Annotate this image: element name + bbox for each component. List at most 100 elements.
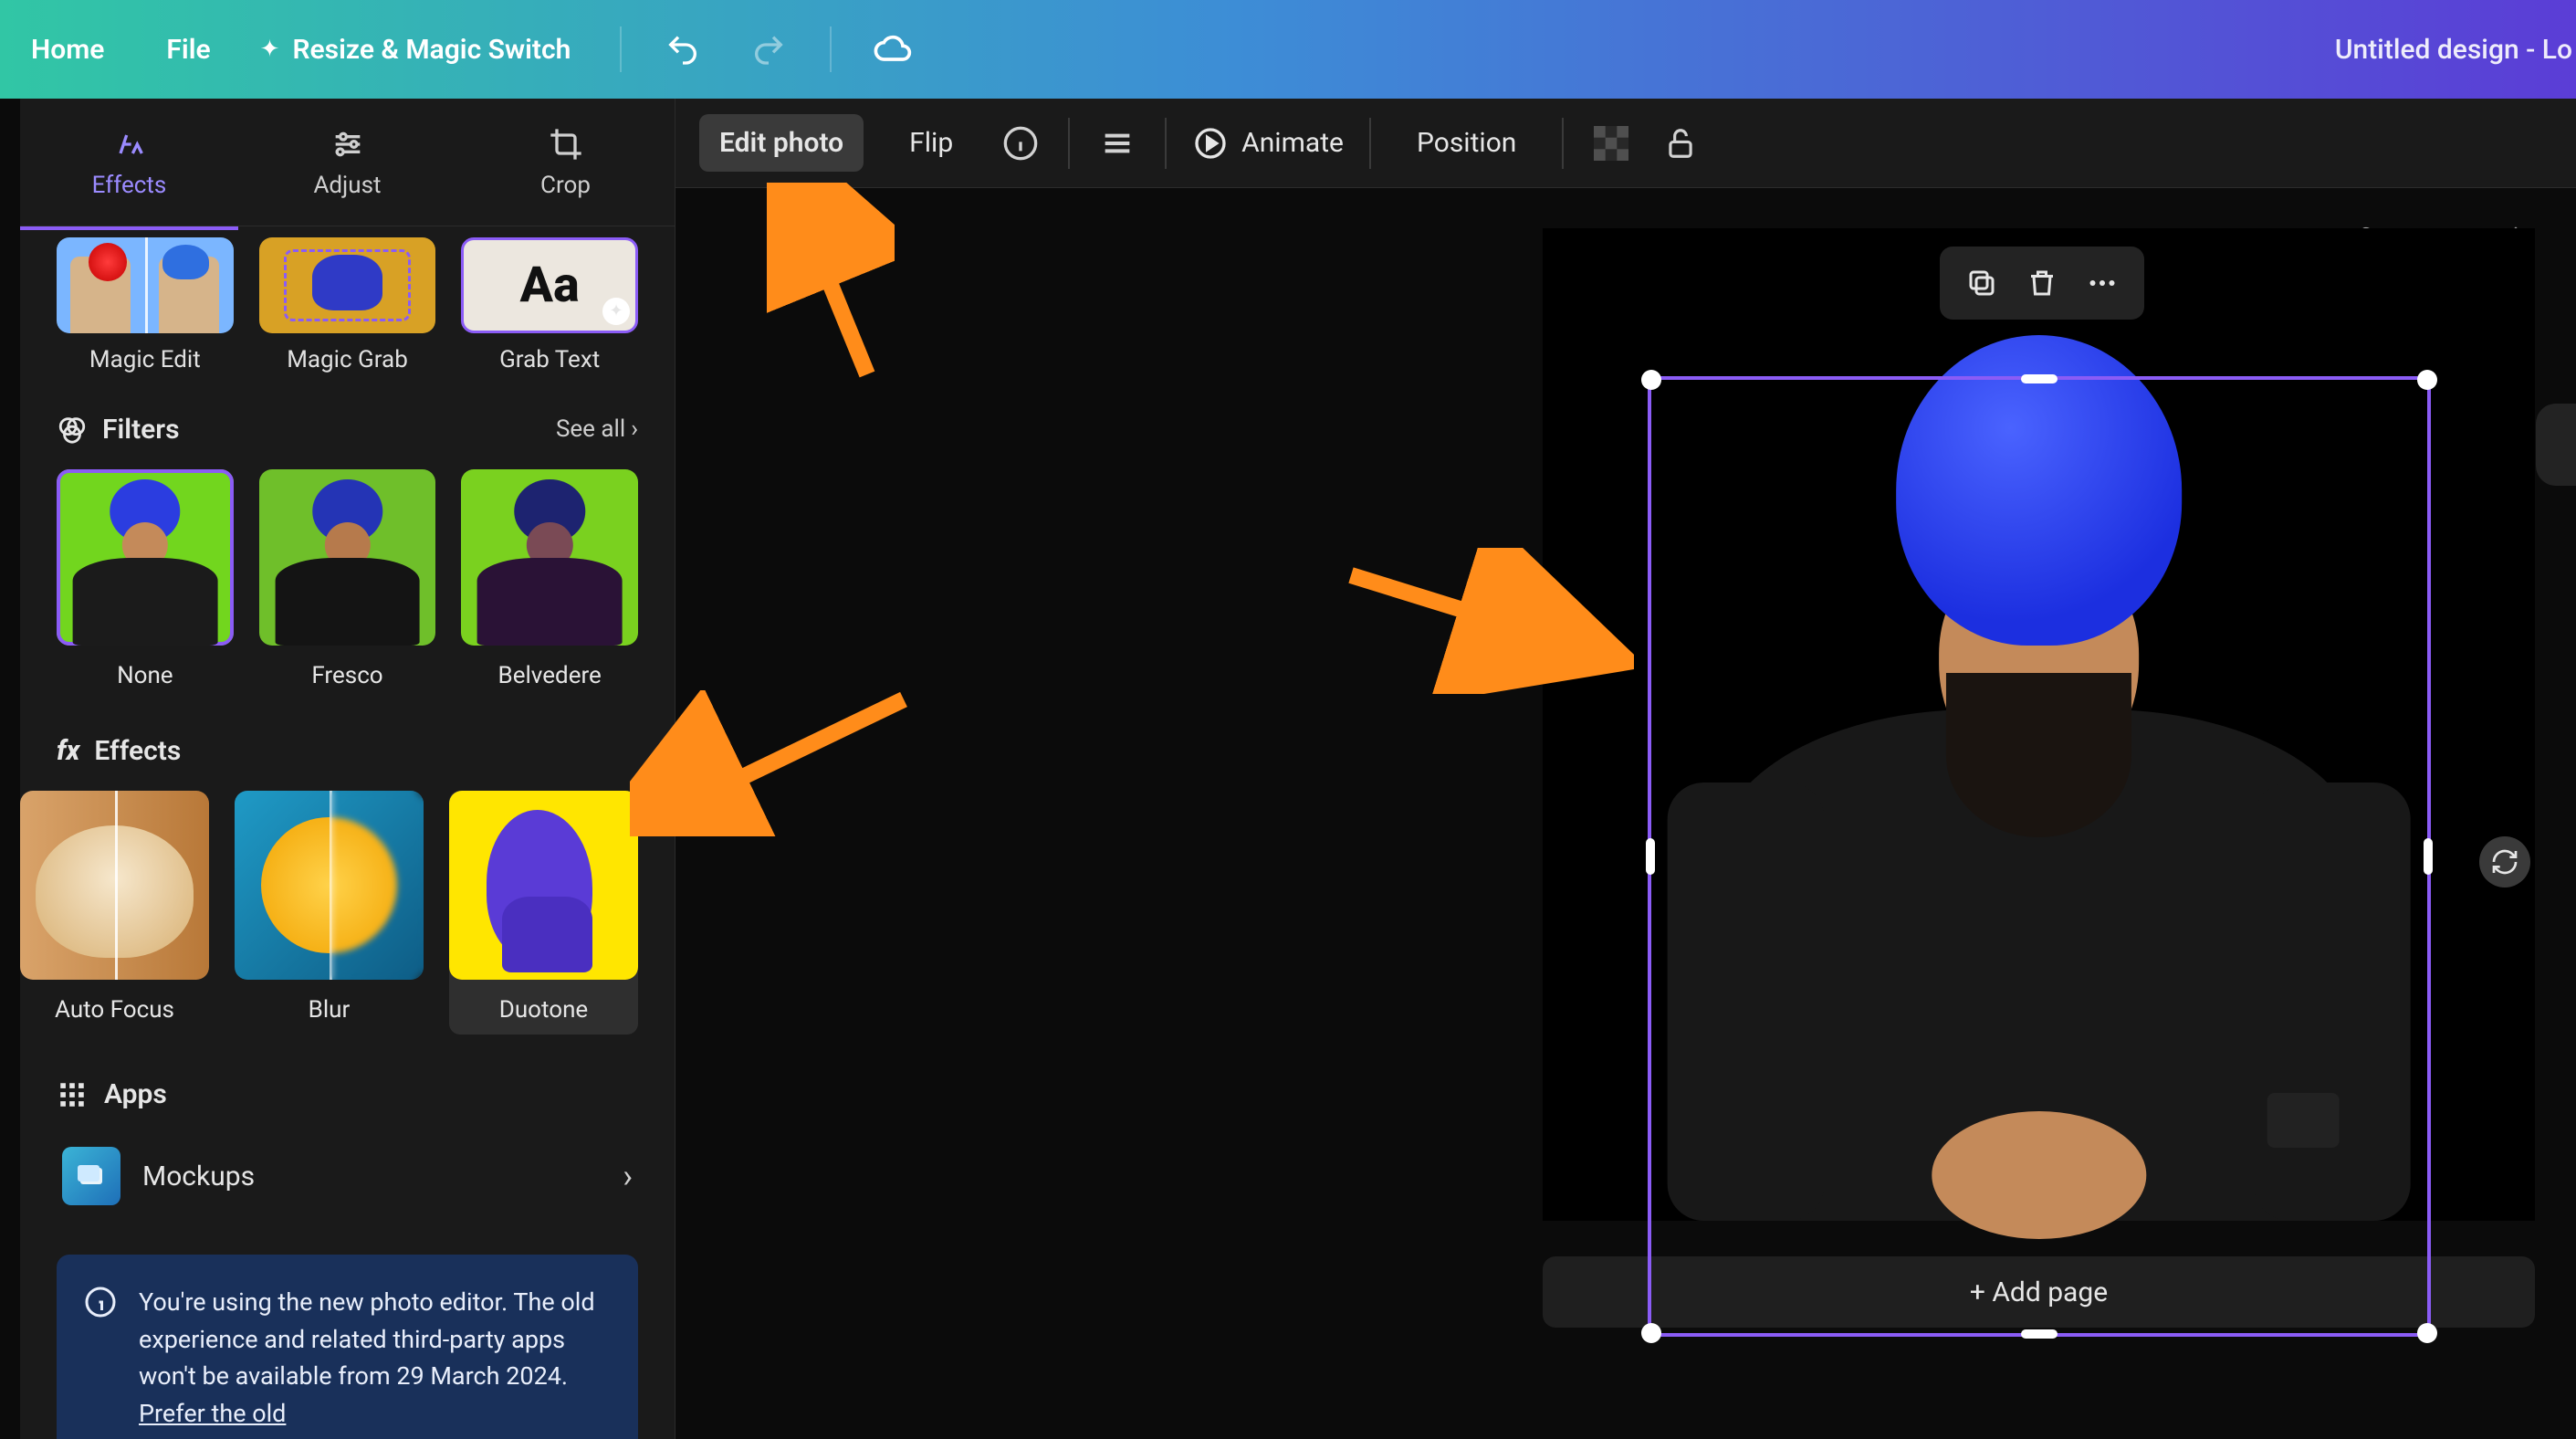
resize-handle-nw[interactable] xyxy=(1641,370,1661,390)
divider xyxy=(1562,118,1564,169)
effect-duotone[interactable]: Duotone xyxy=(449,791,638,1035)
chevron-right-icon: › xyxy=(631,415,638,443)
tab-effects[interactable]: Effects xyxy=(20,99,238,226)
delete-button[interactable] xyxy=(2022,263,2062,303)
divider xyxy=(620,26,622,72)
canvas-area[interactable]: + Add page xyxy=(675,188,2576,1439)
list-button[interactable] xyxy=(1095,121,1139,165)
filters-heading-label: Filters xyxy=(102,414,180,446)
grab-text-label: Grab Text xyxy=(499,346,600,373)
app-mockups-label: Mockups xyxy=(142,1161,601,1192)
app-top-bar: Home File ✦ Resize & Magic Switch Untitl… xyxy=(0,0,2576,99)
left-rail xyxy=(0,99,20,1439)
effects-heading-label: Effects xyxy=(94,735,181,767)
edit-photo-button[interactable]: Edit photo xyxy=(699,114,864,172)
chevron-right-icon: › xyxy=(623,1157,633,1195)
magic-tools-row: Magic Edit Magic Grab Aa ✦ Grab Text xyxy=(57,237,638,373)
lock-button[interactable] xyxy=(1659,121,1702,165)
info-icon xyxy=(84,1286,117,1318)
context-toolbar: Edit photo Flip Animate Position xyxy=(675,99,2576,188)
resize-handle-n[interactable] xyxy=(2021,374,2058,383)
animate-icon xyxy=(1192,125,1229,162)
copy-icon xyxy=(1965,267,1998,299)
apps-heading-label: Apps xyxy=(104,1078,167,1110)
grab-text-card[interactable]: Aa ✦ Grab Text xyxy=(461,237,638,373)
undo-button[interactable] xyxy=(658,25,707,74)
filter-fresco[interactable]: Fresco xyxy=(259,469,436,690)
notice-link[interactable]: Prefer the old xyxy=(139,1399,286,1428)
effects-row: Auto Focus Blur Duotone xyxy=(20,791,638,1035)
effect-auto-focus[interactable]: Auto Focus xyxy=(20,791,209,1035)
effects-header: fx Effects xyxy=(57,735,638,767)
filters-header: Filters See all › xyxy=(57,414,638,446)
tab-adjust[interactable]: Adjust xyxy=(238,99,456,226)
resize-handle-s[interactable] xyxy=(2021,1329,2058,1339)
tab-adjust-label: Adjust xyxy=(313,172,381,199)
effect-blur-label: Blur xyxy=(309,996,351,1024)
fx-icon xyxy=(111,126,148,163)
menu-file[interactable]: File xyxy=(153,25,223,75)
mockups-app-icon xyxy=(62,1147,120,1205)
resize-handle-se[interactable] xyxy=(2417,1323,2437,1343)
cloud-sync-button[interactable] xyxy=(868,25,917,74)
magic-grab-card[interactable]: Magic Grab xyxy=(259,237,436,373)
filters-row: None Fresco Belvedere xyxy=(57,469,638,690)
more-button[interactable] xyxy=(2082,263,2122,303)
flip-button[interactable]: Flip xyxy=(889,114,973,172)
checker-icon xyxy=(1594,126,1628,161)
crop-icon xyxy=(548,126,584,163)
cloud-icon xyxy=(873,29,913,69)
filters-icon xyxy=(57,414,88,445)
selection-box[interactable] xyxy=(1648,376,2431,1337)
lock-icon xyxy=(1663,126,1698,161)
filters-see-all[interactable]: See all › xyxy=(556,415,638,443)
menu-resize-label: Resize & Magic Switch xyxy=(267,25,583,75)
menu-home[interactable]: Home xyxy=(18,25,117,75)
divider xyxy=(1068,118,1070,169)
filter-none-label: None xyxy=(117,662,173,689)
edit-photo-panel: Effects Adjust Crop Magic Edit xyxy=(20,99,675,1439)
element-float-toolbar xyxy=(1940,247,2144,320)
tab-effects-label: Effects xyxy=(92,172,167,199)
position-button[interactable]: Position xyxy=(1397,114,1536,172)
refresh-icon xyxy=(2490,847,2519,877)
notice-text: You're using the new photo editor. The o… xyxy=(139,1287,595,1391)
divider xyxy=(830,26,832,72)
editor-notice: You're using the new photo editor. The o… xyxy=(57,1255,638,1439)
redo-button[interactable] xyxy=(744,25,793,74)
effect-auto-focus-label: Auto Focus xyxy=(55,996,174,1024)
menu-resize-magic[interactable]: ✦ Resize & Magic Switch xyxy=(260,25,584,75)
resize-handle-e[interactable] xyxy=(2424,838,2433,875)
duplicate-button[interactable] xyxy=(1962,263,2002,303)
side-handle[interactable] xyxy=(2536,404,2576,486)
redo-icon xyxy=(750,31,787,68)
undo-icon xyxy=(665,31,701,68)
tab-crop[interactable]: Crop xyxy=(456,99,675,226)
magic-grab-label: Magic Grab xyxy=(287,346,408,373)
fx-glyph-icon: fx xyxy=(57,735,79,767)
apps-header: Apps xyxy=(57,1078,638,1110)
effect-blur[interactable]: Blur xyxy=(235,791,424,1035)
filter-fresco-label: Fresco xyxy=(311,662,382,689)
info-button[interactable] xyxy=(999,121,1042,165)
sliders-icon xyxy=(330,126,366,163)
filter-belvedere[interactable]: Belvedere xyxy=(461,469,638,690)
resize-handle-ne[interactable] xyxy=(2417,370,2437,390)
design-title[interactable]: Untitled design - Lo xyxy=(2335,0,2576,99)
resize-handle-sw[interactable] xyxy=(1641,1323,1661,1343)
menu-icon xyxy=(1099,125,1136,162)
transparency-button[interactable] xyxy=(1589,121,1633,165)
app-mockups[interactable]: Mockups › xyxy=(57,1138,638,1214)
resize-handle-w[interactable] xyxy=(1646,838,1655,875)
animate-button[interactable]: Animate xyxy=(1192,125,1344,162)
panel-tabs: Effects Adjust Crop xyxy=(20,99,675,226)
tab-crop-label: Crop xyxy=(540,172,591,199)
filter-none[interactable]: None xyxy=(57,469,234,690)
info-icon xyxy=(1002,125,1039,162)
see-all-label: See all xyxy=(556,415,625,443)
divider xyxy=(1165,118,1167,169)
panel-scroll[interactable]: Magic Edit Magic Grab Aa ✦ Grab Text xyxy=(20,230,675,1439)
magic-edit-card[interactable]: Magic Edit xyxy=(57,237,234,373)
regenerate-button[interactable] xyxy=(2479,836,2530,888)
magic-edit-label: Magic Edit xyxy=(89,346,201,373)
